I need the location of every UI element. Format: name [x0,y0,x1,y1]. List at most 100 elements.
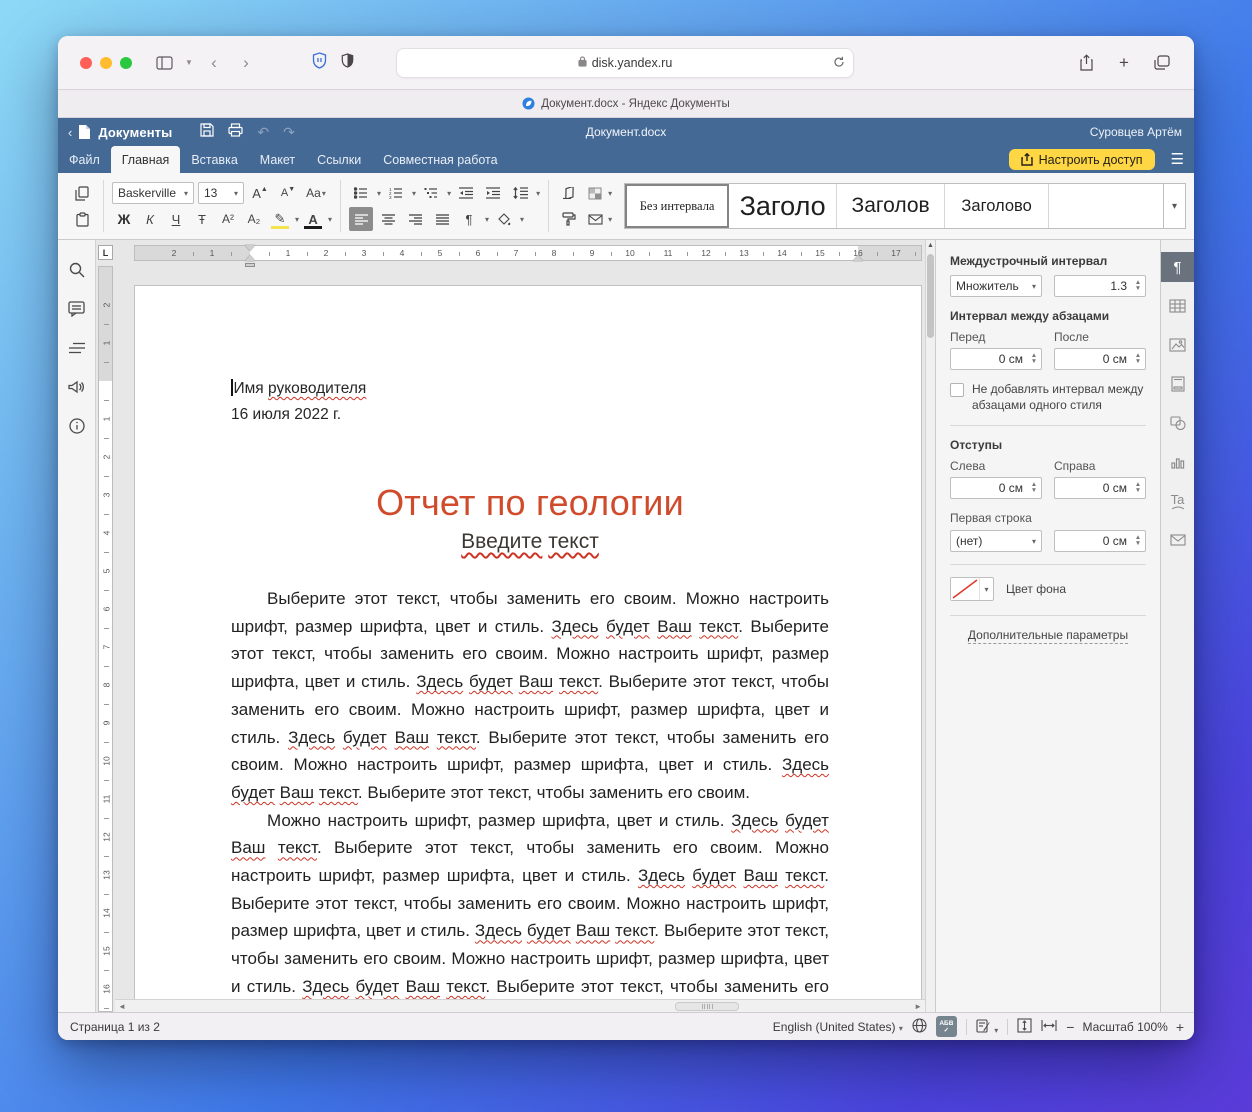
scroll-left-arrow[interactable]: ◄ [118,1002,126,1011]
decrease-font-button[interactable]: A▼ [276,181,300,205]
privacy-shield-icon[interactable] [312,52,327,74]
misspelled-word[interactable]: текст [615,921,654,940]
zoom-in-button[interactable]: + [1176,1019,1184,1035]
line-spacing-value-spinner[interactable]: 1.3▲▼ [1054,275,1146,297]
italic-button[interactable]: К [138,207,162,231]
numbered-list-button[interactable]: 123 [384,181,408,205]
decrease-indent-button[interactable] [454,181,478,205]
change-case-button[interactable]: Aa▾ [304,181,328,205]
sidebar-chevron-icon[interactable]: ▼ [182,50,196,76]
horizontal-ruler[interactable]: 211234567891011121314151617 [134,245,922,261]
misspelled-word[interactable]: Ваш [280,783,314,802]
misspelled-word[interactable]: Здесь [552,617,599,636]
manager-name-line[interactable]: Имя руководителя [231,376,829,402]
image-settings-icon[interactable] [1161,330,1195,360]
highlight-color-chevron[interactable]: ▾ [295,215,299,224]
misspelled-word[interactable]: будет [606,617,650,636]
align-right-button[interactable] [403,207,427,231]
tab-collaboration[interactable]: Совместная работа [372,146,508,173]
highlight-color-button[interactable]: ✎ [268,207,292,231]
extension-shield-icon[interactable] [341,52,354,74]
language-select[interactable]: English (United States) ▾ [773,1020,903,1034]
vertical-ruler[interactable]: 2112345678910111213141516 [98,266,113,1012]
misspelled-word[interactable]: Здесь [638,866,685,885]
menu-hamburger-icon[interactable]: ☰ [1171,152,1184,167]
no-space-same-style-checkbox[interactable] [950,383,964,397]
misspelled-word[interactable]: будет [785,811,829,830]
tab-home[interactable]: Главная [111,146,181,173]
tab-file[interactable]: Файл [58,146,111,173]
horizontal-scroll-thumb[interactable] [675,1002,739,1011]
spellcheck-toggle[interactable]: АБВ✓ [936,1016,957,1037]
nonprinting-chars-chevron[interactable]: ▾ [485,215,489,224]
first-line-type-select[interactable]: (нет)▾ [950,530,1042,552]
multilevel-list-chevron[interactable]: ▾ [447,189,451,198]
new-tab-icon[interactable]: + [1110,50,1138,76]
document-heading[interactable]: Отчет по геологии [231,482,829,524]
vertical-scroll-thumb[interactable] [927,254,934,338]
page-indicator[interactable]: Страница 1 из 2 [70,1020,160,1034]
table-shading-button[interactable] [583,181,607,205]
misspelled-word[interactable]: будет [692,866,736,885]
vertical-scrollbar[interactable]: ▲ [925,240,935,1012]
align-center-button[interactable] [376,207,400,231]
font-name-select[interactable]: Baskerville▾ [112,182,194,204]
sidebar-toggle-icon[interactable] [150,50,178,76]
hanging-indent-marker[interactable] [245,255,255,261]
increase-font-button[interactable]: A▲ [248,181,272,205]
misspelled-word[interactable]: текст [785,866,824,885]
share-page-icon[interactable] [1072,50,1100,76]
horizontal-scrollbar[interactable]: ◄ ► [115,999,925,1012]
chart-settings-icon[interactable] [1161,447,1195,477]
scroll-up-arrow[interactable]: ▲ [927,242,934,249]
misspelled-word[interactable]: будет [355,977,399,996]
forward-button[interactable]: › [232,50,260,76]
right-indent-marker[interactable] [853,255,863,261]
paragraph-shading-chevron[interactable]: ▾ [520,215,524,224]
bullet-list-chevron[interactable]: ▾ [377,189,381,198]
font-size-select[interactable]: 13▾ [198,182,244,204]
user-name[interactable]: Суровцев Артём [1090,125,1182,139]
spacing-before-spinner[interactable]: 0 см▲▼ [950,348,1042,370]
misspelled-word[interactable]: Ваш [743,866,777,885]
bold-button[interactable]: Ж [112,207,136,231]
misspelled-word[interactable]: Ваш [657,617,691,636]
misspelled-word[interactable]: будет [231,783,275,802]
clear-formatting-button[interactable] [557,181,581,205]
numbered-list-chevron[interactable]: ▾ [412,189,416,198]
background-color-picker[interactable]: ▾ [950,577,994,601]
misspelled-word[interactable]: Ваш [406,977,440,996]
close-window-button[interactable] [80,57,92,69]
document-subtitle[interactable]: Введите текст [231,530,829,554]
style-no-spacing[interactable]: Без интервала [625,184,729,228]
share-access-button[interactable]: Настроить доступ [1009,149,1155,170]
misspelled-word[interactable]: текст [699,617,738,636]
misspelled-word[interactable]: текст [278,838,317,857]
back-button[interactable]: ‹ [200,50,228,76]
subscript-button[interactable]: А₂ [242,207,266,231]
tab-insert[interactable]: Вставка [180,146,248,173]
save-icon[interactable] [200,123,214,142]
search-icon[interactable] [64,258,90,282]
line-spacing-type-select[interactable]: Множитель▾ [950,275,1042,297]
style-gallery-expand-button[interactable]: ▾ [1164,183,1186,229]
misspelled-word[interactable]: Ваш [231,838,265,857]
browser-tab[interactable]: Документ.docx - Яндекс Документы [58,90,1194,118]
misspelled-word[interactable]: Здесь [416,672,463,691]
misspelled-word[interactable]: будет [527,921,571,940]
tab-overview-icon[interactable] [1148,50,1176,76]
line-spacing-button[interactable] [508,181,532,205]
format-painter-button[interactable] [557,207,581,231]
document-body-text[interactable]: Выберите этот текст, чтобы заменить его … [231,585,829,1012]
misspelled-word[interactable]: текст [446,977,485,996]
paragraph[interactable]: Выберите этот текст, чтобы заменить его … [231,585,829,807]
app-name[interactable]: Документы [98,125,172,140]
about-icon[interactable] [64,414,90,438]
misspelled-word[interactable]: Здесь [475,921,522,940]
misspelled-word[interactable]: Здесь [782,755,829,774]
track-changes-icon[interactable]: ▾ [976,1018,998,1036]
style-heading3[interactable]: Заголово [945,184,1049,228]
nonprinting-chars-button[interactable]: ¶ [457,207,481,231]
font-color-chevron[interactable]: ▾ [328,215,332,224]
tab-stop-selector[interactable]: L [98,245,113,260]
